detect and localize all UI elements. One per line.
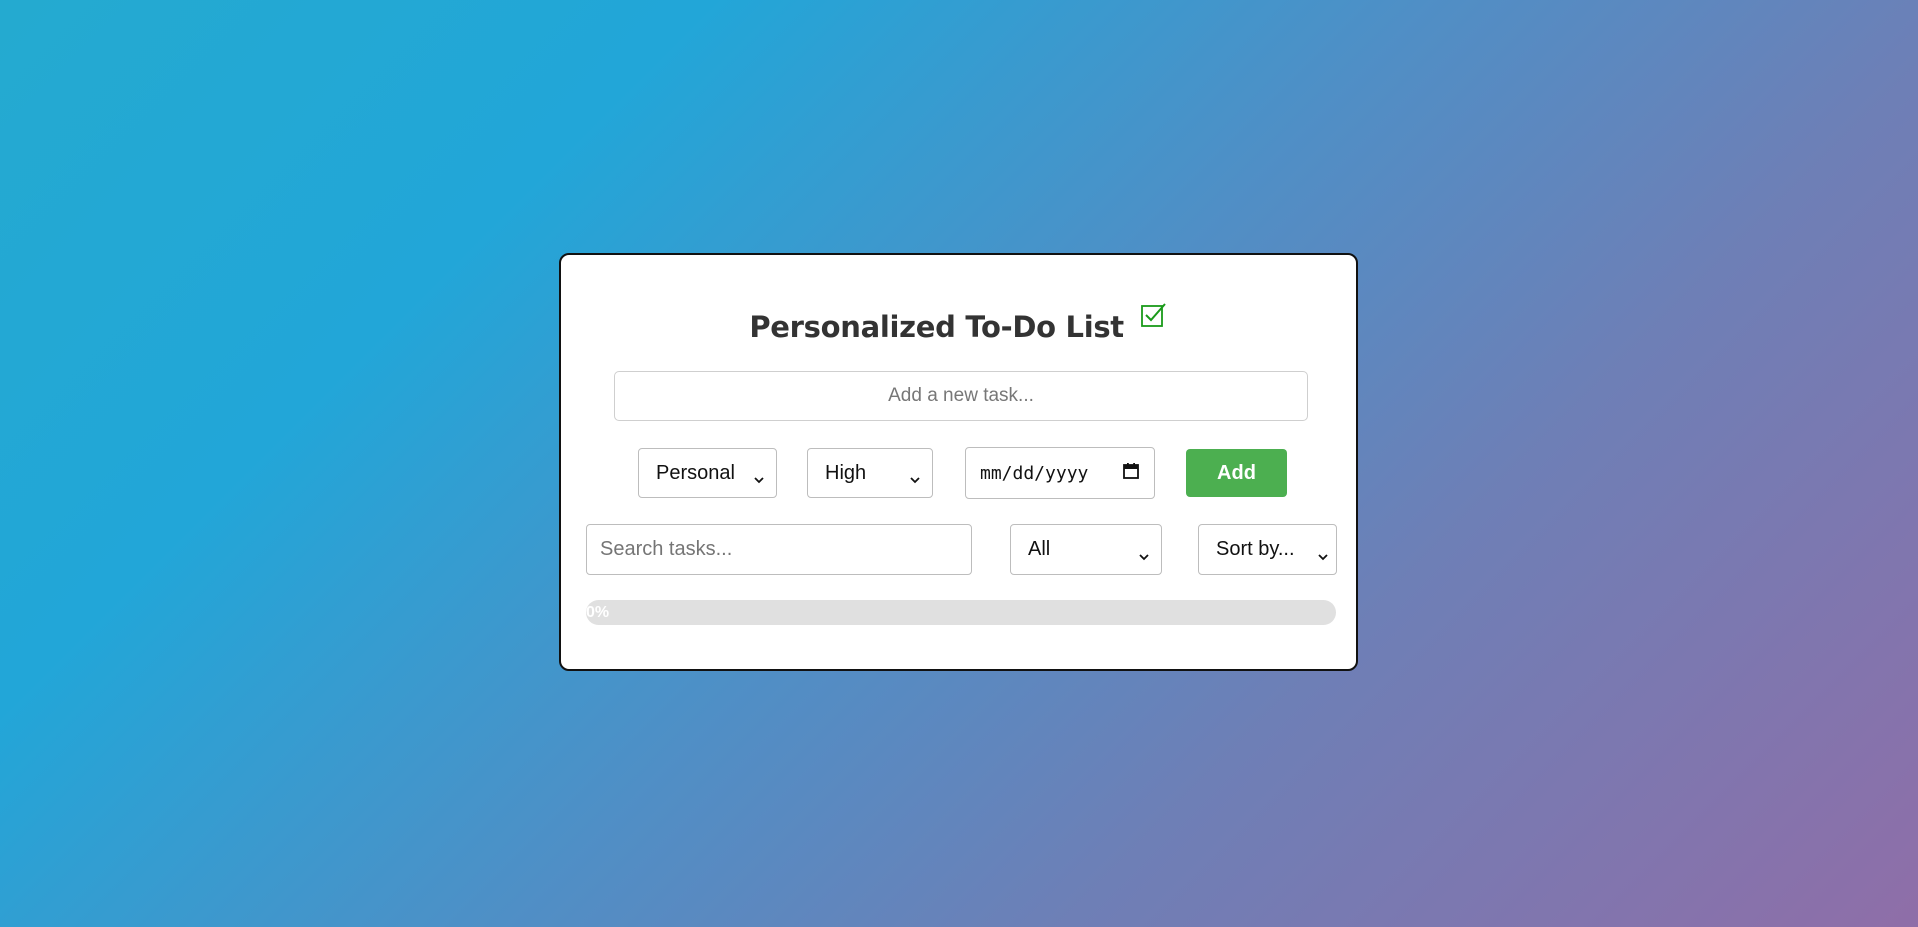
status-filter-select[interactable]: All [1010, 524, 1162, 575]
progress-bar: 0% [586, 600, 1336, 625]
chevron-down-icon [910, 468, 920, 484]
new-task-input[interactable] [614, 371, 1308, 421]
add-task-button[interactable]: Add [1186, 449, 1287, 497]
sort-select-value: Sort by... [1216, 538, 1295, 560]
due-date-input[interactable]: mm/dd/yyyy [965, 447, 1155, 499]
chevron-down-icon [1318, 545, 1328, 560]
priority-select-value: High [825, 461, 867, 484]
page-title: Personalized To-Do List [749, 310, 1124, 344]
checkbox-checked-icon [1140, 301, 1168, 329]
todo-card: Personalized To-Do List Personal High mm… [559, 253, 1358, 671]
priority-select[interactable]: High [807, 448, 933, 498]
sort-select[interactable]: Sort by... [1198, 524, 1337, 575]
category-select-value: Personal [656, 461, 735, 484]
calendar-icon[interactable] [1122, 462, 1140, 485]
page-title-row: Personalized To-Do List [561, 301, 1356, 344]
status-filter-value: All [1028, 538, 1051, 560]
chevron-down-icon [1139, 545, 1149, 560]
due-date-placeholder: mm/dd/yyyy [980, 462, 1089, 484]
chevron-down-icon [754, 468, 764, 484]
search-tasks-input[interactable] [586, 524, 972, 575]
category-select[interactable]: Personal [638, 448, 777, 498]
progress-label: 0% [586, 604, 610, 621]
